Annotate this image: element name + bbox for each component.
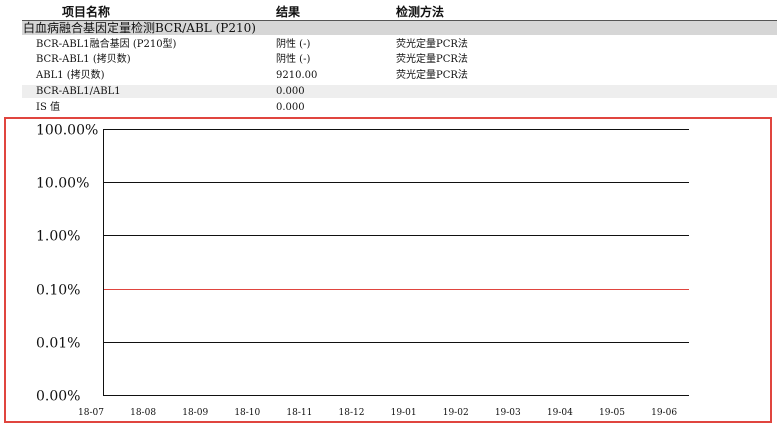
- x-tick-label: 19-03: [495, 408, 521, 418]
- y-tick-label: 1.00%: [36, 229, 80, 245]
- x-tick-label: 19-02: [443, 408, 469, 418]
- x-tick-label: 18-09: [182, 408, 208, 418]
- trend-chart: 100.00% 10.00% 1.00% 0.10% 0.01% 0.00% 18-07 18…: [36, 123, 689, 418]
- x-tick-label: 18-07: [78, 408, 104, 418]
- y-tick-label: 10.00%: [36, 176, 89, 192]
- x-tick-label: 18-12: [339, 408, 365, 418]
- y-tick-label: 0.00%: [36, 389, 80, 405]
- x-tick-label: 18-10: [234, 408, 260, 418]
- x-tick-label: 19-04: [547, 408, 573, 418]
- x-tick-label: 19-05: [599, 408, 625, 418]
- x-tick-label: 19-06: [651, 408, 677, 418]
- y-tick-label: 100.00%: [36, 123, 98, 139]
- x-tick-label: 18-08: [130, 408, 156, 418]
- y-tick-label: 0.10%: [36, 283, 80, 299]
- x-tick-label: 18-11: [286, 408, 312, 418]
- x-tick-label: 19-01: [391, 408, 417, 418]
- y-tick-label: 0.01%: [36, 336, 80, 352]
